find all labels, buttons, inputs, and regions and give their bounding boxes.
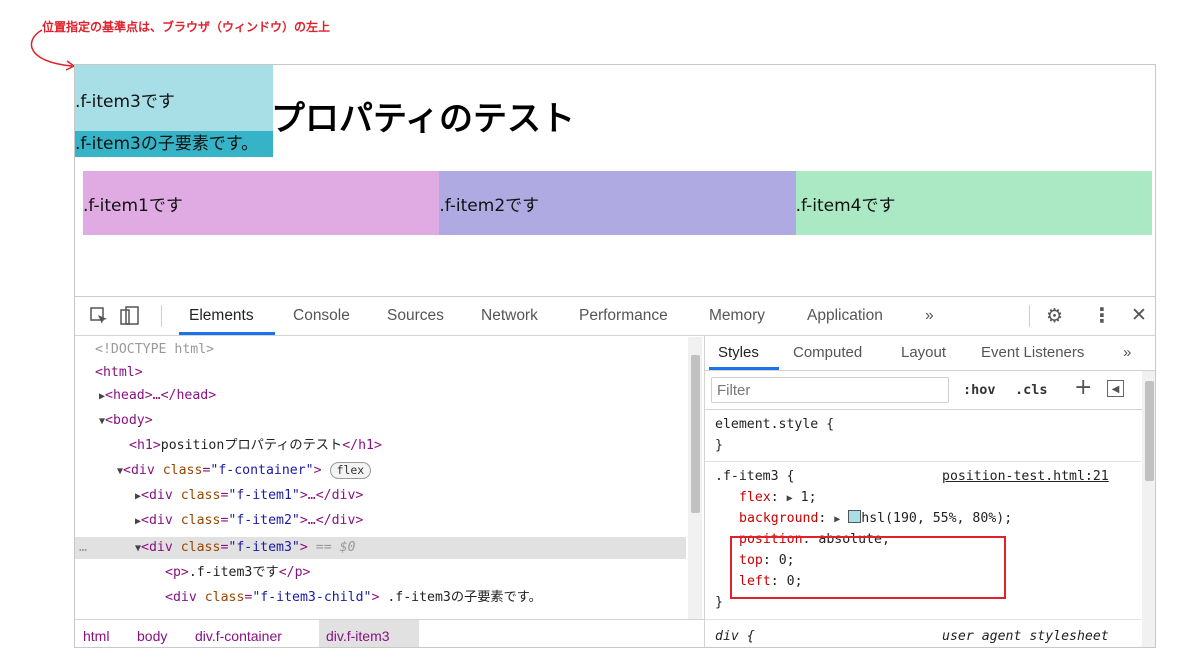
- highlight-box: [730, 536, 1006, 599]
- inspect-icon[interactable]: [89, 306, 109, 331]
- decl-background[interactable]: background: ▶ hsl(190, 55%, 80%);: [739, 509, 1012, 529]
- ua-rule-selector[interactable]: div {: [715, 627, 755, 647]
- dom-f-item1[interactable]: ▶<div class="f-item1">…</div>: [135, 485, 363, 507]
- annotation-label: 位置指定の基準点は、ブラウザ（ウィンドウ）の左上: [42, 20, 331, 34]
- rule-divider: [705, 619, 1141, 620]
- breadcrumb-body[interactable]: body: [137, 628, 167, 644]
- dom-h1[interactable]: <h1>positionプロパティのテスト</h1>: [129, 435, 382, 457]
- tab-network[interactable]: Network: [481, 307, 538, 325]
- dom-body[interactable]: ▼<body>: [99, 410, 153, 432]
- styles-pane: Styles Computed Layout Event Listeners »…: [704, 336, 1155, 647]
- dom-html[interactable]: <html>: [95, 362, 143, 384]
- tab-computed[interactable]: Computed: [793, 344, 862, 361]
- styles-tabbar: Styles Computed Layout Event Listeners »: [705, 336, 1155, 371]
- tab-performance[interactable]: Performance: [579, 307, 668, 325]
- breadcrumb-html[interactable]: html: [83, 628, 109, 644]
- tab-console[interactable]: Console: [293, 307, 350, 325]
- ua-stylesheet-label: user agent stylesheet: [942, 629, 1109, 644]
- elements-scrollbar[interactable]: [688, 337, 702, 620]
- f-item4: .f-item4です: [795, 171, 1152, 235]
- dom-head[interactable]: ▶<head>…</head>: [99, 385, 216, 407]
- more-tabs-button[interactable]: »: [925, 307, 934, 325]
- elements-tree: <!DOCTYPE html> <html> ▶<head>…</head> ▼…: [75, 336, 704, 619]
- divider: [161, 305, 162, 327]
- scrollbar-thumb[interactable]: [691, 355, 700, 513]
- hov-toggle[interactable]: :hov: [963, 382, 996, 398]
- active-tab-indicator: [179, 332, 275, 335]
- styles-scrollbar[interactable]: [1142, 371, 1155, 647]
- page-heading: プロパティのテスト: [271, 99, 575, 139]
- tab-application[interactable]: Application: [807, 307, 883, 325]
- breadcrumb-f-container[interactable]: div.f-container: [195, 628, 282, 644]
- device-toolbar-icon[interactable]: [119, 306, 141, 331]
- f-item3-child: .f-item3の子要素です。: [75, 131, 273, 157]
- page-viewport: プロパティのテスト .f-item1です .f-item2です .f-item4…: [75, 65, 1155, 296]
- element-style-close: }: [715, 438, 723, 453]
- f-item3-text: .f-item3です: [75, 92, 175, 112]
- tab-layout[interactable]: Layout: [901, 344, 946, 361]
- breadcrumb: html body div.f-container div.f-item3: [75, 619, 704, 647]
- tab-elements[interactable]: Elements: [189, 307, 254, 325]
- styles-toolbar: Filter :hov .cls + ◀: [705, 371, 1155, 410]
- toggle-sidebar-icon[interactable]: ◀: [1107, 380, 1124, 397]
- divider: [1029, 305, 1030, 327]
- scrollbar-thumb[interactable]: [1145, 381, 1154, 481]
- dom-p[interactable]: <p>.f-item3です</p>: [165, 562, 311, 584]
- more-styles-tabs-button[interactable]: »: [1123, 344, 1131, 361]
- gear-icon[interactable]: ⚙: [1046, 305, 1063, 327]
- element-style-selector[interactable]: element.style {: [715, 415, 834, 435]
- node-actions-ellipsis[interactable]: …: [79, 537, 87, 559]
- flex-badge[interactable]: flex: [329, 462, 372, 479]
- decl-flex[interactable]: flex: ▶ 1;: [739, 488, 817, 508]
- breadcrumb-f-item3[interactable]: div.f-item3: [326, 628, 390, 644]
- tab-memory[interactable]: Memory: [709, 307, 765, 325]
- active-tab-indicator: [709, 367, 779, 370]
- rule-source-link[interactable]: position-test.html:21: [942, 467, 1109, 487]
- cls-toggle[interactable]: .cls: [1015, 382, 1048, 398]
- tab-styles[interactable]: Styles: [718, 344, 759, 361]
- rule-selector[interactable]: .f-item3 {: [715, 467, 794, 487]
- dom-f-item3-child[interactable]: <div class="f-item3-child"> .f-item3の子要素…: [165, 587, 542, 609]
- dom-f-item3[interactable]: ▼<div class="f-item3"> == $0: [135, 537, 355, 559]
- close-icon[interactable]: ✕: [1131, 304, 1147, 326]
- f-item2: .f-item2です: [439, 171, 796, 235]
- f-item1: .f-item1です: [83, 171, 440, 235]
- dom-doctype[interactable]: <!DOCTYPE html>: [95, 339, 214, 361]
- annotation-arrow-icon: [30, 29, 76, 71]
- color-swatch[interactable]: [848, 510, 862, 523]
- devtools-tabbar: Elements Console Sources Network Perform…: [75, 297, 1155, 336]
- rule-divider: [705, 461, 1141, 462]
- dom-f-item2[interactable]: ▶<div class="f-item2">…</div>: [135, 510, 363, 532]
- filter-placeholder: Filter: [717, 382, 751, 399]
- new-style-rule-button[interactable]: +: [1074, 375, 1092, 400]
- tab-event-listeners[interactable]: Event Listeners: [981, 344, 1084, 361]
- expand-triangle-icon[interactable]: ▶: [834, 514, 840, 525]
- f-item3: .f-item3です .f-item3の子要素です。: [75, 65, 273, 157]
- dom-f-container[interactable]: ▼<div class="f-container"> flex: [117, 460, 372, 482]
- f-container: .f-item1です .f-item2です .f-item4です: [83, 171, 1152, 235]
- tab-sources[interactable]: Sources: [387, 307, 444, 325]
- kebab-menu-icon[interactable]: ⋮: [1092, 303, 1112, 327]
- rule-close: }: [715, 595, 723, 610]
